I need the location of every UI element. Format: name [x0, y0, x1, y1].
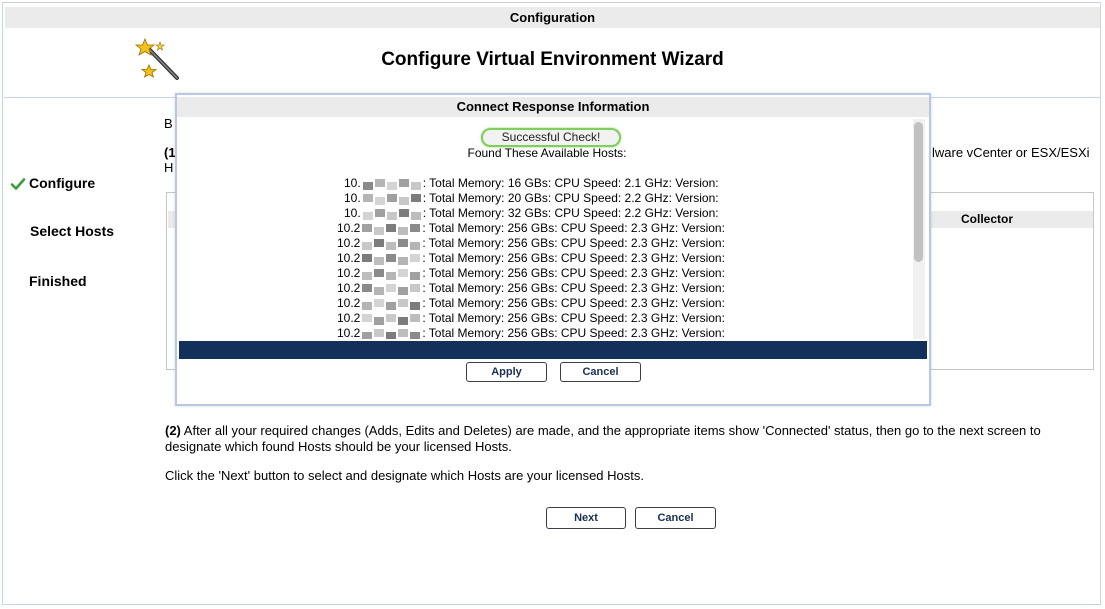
- wizard-title: Configure Virtual Environment Wizard: [381, 49, 724, 70]
- host-details: : Total Memory: 256 GBs: CPU Speed: 2.3 …: [422, 221, 725, 235]
- host-details: : Total Memory: 16 GBs: CPU Speed: 2.1 G…: [422, 176, 719, 190]
- step2-text: After all your required changes (Adds, E…: [165, 423, 1041, 454]
- redacted-ip-mask: [360, 253, 422, 265]
- window-title: Configuration: [5, 7, 1100, 28]
- host-details: : Total Memory: 256 GBs: CPU Speed: 2.3 …: [422, 311, 725, 325]
- host-details: : Total Memory: 256 GBs: CPU Speed: 2.3 …: [422, 236, 725, 250]
- host-ip: 10.2: [337, 311, 361, 325]
- host-entry: 10.2 : Total Memory: 256 GBs: CPU Speed: …: [337, 266, 725, 281]
- found-hosts-label: Found These Available Hosts:: [467, 146, 627, 160]
- host-details: : Total Memory: 256 GBs: CPU Speed: 2.3 …: [422, 251, 725, 265]
- host-details: : Total Memory: 256 GBs: CPU Speed: 2.3 …: [422, 266, 725, 280]
- host-details: : Total Memory: 32 GBs: CPU Speed: 2.2 G…: [422, 206, 719, 220]
- scrollbar[interactable]: [913, 119, 925, 339]
- host-entry: 10.2 : Total Memory: 256 GBs: CPU Speed: …: [337, 326, 725, 339]
- host-entry: 10.2 : Total Memory: 256 GBs: CPU Speed: …: [337, 281, 725, 296]
- host-entry: 10.2 : Total Memory: 256 GBs: CPU Speed: …: [337, 236, 725, 251]
- redacted-ip-mask: [360, 328, 422, 339]
- step1-text-fragment: H: [164, 160, 174, 175]
- step2-instructions: (2) After all your required changes (Add…: [165, 423, 1085, 455]
- redacted-ip-mask: [360, 298, 422, 310]
- redacted-ip-mask: [361, 178, 423, 190]
- host-details: : Total Memory: 20 GBs: CPU Speed: 2.2 G…: [422, 191, 719, 205]
- host-ip: 10.2: [337, 251, 361, 265]
- next-hint: Click the 'Next' button to select and de…: [165, 468, 644, 483]
- redacted-ip-mask: [360, 223, 422, 235]
- step2-number: (2): [165, 423, 181, 438]
- host-entry: 10.2 : Total Memory: 256 GBs: CPU Speed: …: [337, 251, 725, 266]
- step-label: Configure: [29, 175, 96, 191]
- cancel-button[interactable]: Cancel: [635, 507, 716, 529]
- host-ip: 10.2: [337, 326, 361, 339]
- redacted-ip-mask: [360, 238, 422, 250]
- host-ip: 10.2: [337, 266, 361, 280]
- host-ip: 10.2: [337, 236, 361, 250]
- intro-fragment: B: [164, 116, 173, 131]
- redacted-ip-mask: [361, 193, 423, 205]
- next-button[interactable]: Next: [546, 507, 626, 529]
- collector-column-header: Collector: [961, 212, 1014, 226]
- dialog-title: Connect Response Information: [177, 97, 929, 117]
- redacted-ip-mask: [360, 313, 422, 325]
- host-entry: 10.2 : Total Memory: 256 GBs: CPU Speed: …: [337, 311, 725, 326]
- step1-text-right-fragment: lware vCenter or ESX/ESXi: [932, 145, 1090, 160]
- host-entry: 10. : Total Memory: 16 GBs: CPU Speed: 2.…: [344, 176, 719, 191]
- host-entry: 10. : Total Memory: 20 GBs: CPU Speed: 2.…: [344, 191, 719, 206]
- apply-button[interactable]: Apply: [466, 362, 547, 382]
- host-ip: 10.2: [337, 221, 361, 235]
- host-entry: 10.2 : Total Memory: 256 GBs: CPU Speed: …: [337, 221, 725, 236]
- host-details: : Total Memory: 256 GBs: CPU Speed: 2.3 …: [422, 296, 725, 310]
- connect-response-dialog: Connect Response Information Successful …: [175, 93, 931, 406]
- host-ip: 10.: [344, 191, 361, 205]
- host-ip: 10.2: [337, 281, 361, 295]
- step-finished: Finished: [29, 273, 87, 289]
- host-ip: 10.: [344, 176, 361, 190]
- host-ip: 10.: [344, 206, 361, 220]
- step1-number-fragment: (1: [164, 145, 176, 160]
- step-select-hosts: Select Hosts: [30, 223, 115, 239]
- response-scroll-area[interactable]: Successful Check! Found These Available …: [179, 119, 927, 339]
- host-entry: 10.2 : Total Memory: 256 GBs: CPU Speed: …: [337, 296, 725, 311]
- dialog-cancel-button[interactable]: Cancel: [560, 362, 641, 382]
- host-details: : Total Memory: 256 GBs: CPU Speed: 2.3 …: [422, 281, 725, 295]
- redacted-ip-mask: [360, 283, 422, 295]
- host-entry: 10. : Total Memory: 32 GBs: CPU Speed: 2.…: [344, 206, 719, 221]
- host-ip: 10.2: [337, 296, 361, 310]
- redacted-ip-mask: [361, 208, 423, 220]
- status-badge: Successful Check!: [481, 128, 621, 147]
- dialog-divider-bar: [179, 341, 927, 359]
- check-icon: [10, 178, 26, 190]
- host-details: : Total Memory: 256 GBs: CPU Speed: 2.3 …: [422, 326, 725, 339]
- scrollbar-thumb[interactable]: [914, 122, 923, 262]
- redacted-ip-mask: [360, 268, 422, 280]
